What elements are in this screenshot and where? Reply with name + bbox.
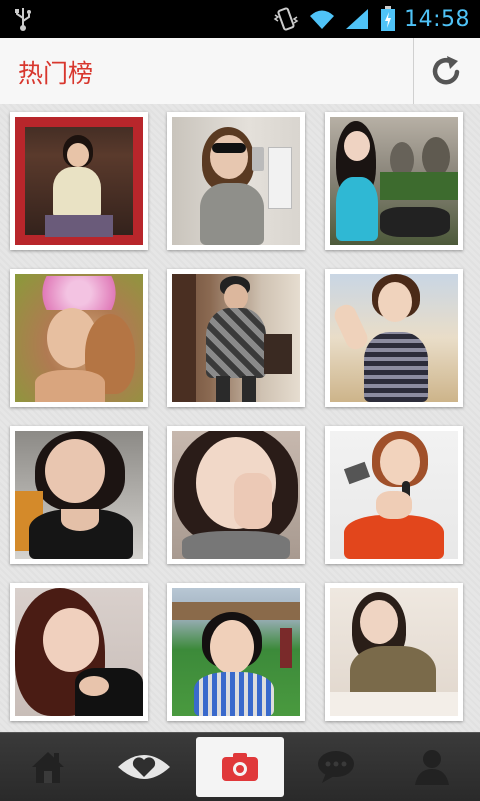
bottom-tab-bar	[0, 732, 480, 801]
app-header: 热门榜	[0, 38, 480, 105]
photo-tile[interactable]	[10, 269, 148, 407]
page-title: 热门榜	[18, 59, 94, 88]
clock: 14:58	[404, 6, 470, 32]
photo-thumbnail	[172, 431, 300, 559]
photo-thumbnail	[15, 117, 143, 245]
tab-home[interactable]	[0, 733, 96, 801]
battery-icon	[381, 6, 396, 31]
photo-tile[interactable]	[10, 112, 148, 250]
photo-tile[interactable]	[167, 269, 305, 407]
photo-thumbnail	[330, 431, 458, 559]
home-icon	[32, 752, 64, 783]
photo-thumbnail	[330, 274, 458, 402]
refresh-icon	[432, 56, 460, 85]
photo-thumbnail	[330, 588, 458, 716]
tab-profile[interactable]	[384, 733, 480, 801]
status-bar: 14:58	[0, 0, 480, 38]
photo-thumbnail	[15, 588, 143, 716]
photo-thumbnail	[15, 274, 143, 402]
photo-tile[interactable]	[167, 583, 305, 721]
signal-icon	[346, 9, 369, 29]
wifi-icon	[310, 10, 335, 29]
photo-tile[interactable]	[167, 426, 305, 564]
tab-camera[interactable]	[196, 737, 284, 797]
chat-bubble-icon	[318, 751, 354, 783]
photo-thumbnail	[330, 117, 458, 245]
tab-messages[interactable]	[288, 733, 384, 801]
photo-tile[interactable]	[10, 583, 148, 721]
refresh-button[interactable]	[414, 38, 480, 104]
photo-grid	[0, 104, 480, 732]
photo-thumbnail	[172, 117, 300, 245]
eye-heart-icon	[118, 755, 170, 779]
photo-thumbnail	[172, 274, 300, 402]
photo-tile[interactable]	[10, 426, 148, 564]
photo-tile[interactable]	[325, 426, 463, 564]
usb-icon	[15, 8, 31, 31]
person-icon	[415, 750, 449, 785]
camera-icon	[222, 753, 258, 781]
photo-thumbnail	[172, 588, 300, 716]
tab-follow[interactable]	[96, 733, 192, 801]
photo-tile[interactable]	[167, 112, 305, 250]
vibrate-icon	[273, 7, 299, 31]
photo-thumbnail	[15, 431, 143, 559]
photo-tile[interactable]	[325, 583, 463, 721]
photo-tile[interactable]	[325, 269, 463, 407]
photo-tile[interactable]	[325, 112, 463, 250]
